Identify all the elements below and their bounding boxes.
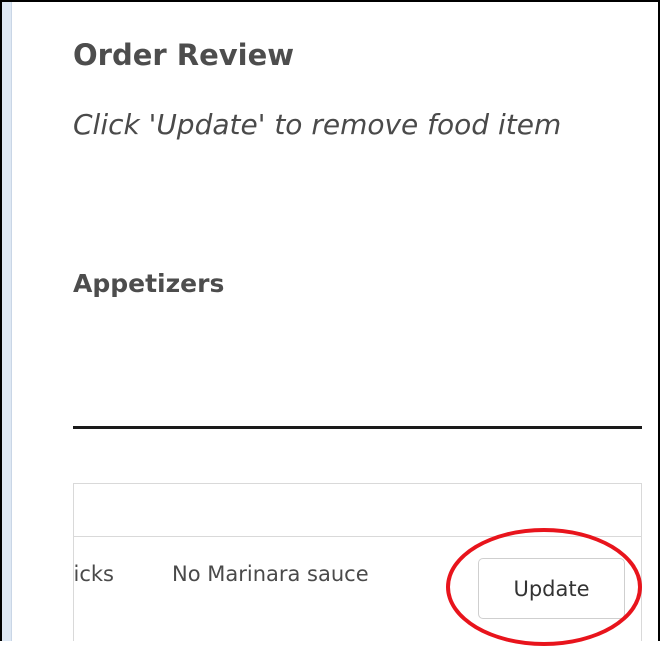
table-header-row: [74, 484, 641, 537]
instructions-text: Click 'Update' to remove food item: [73, 108, 562, 141]
section-divider: [73, 426, 642, 429]
item-name: Mozzarella Sticks: [74, 562, 114, 586]
order-review-panel: Order Review Click 'Update' to remove fo…: [0, 0, 660, 646]
order-table: Mozzarella Sticks No Marinara sauce Upda…: [73, 483, 642, 641]
table-row: Mozzarella Sticks No Marinara sauce Upda…: [74, 537, 641, 641]
page-title: Order Review: [73, 38, 295, 72]
update-button[interactable]: Update: [478, 558, 625, 619]
section-title-appetizers: Appetizers: [73, 269, 225, 298]
item-note: No Marinara sauce: [172, 562, 369, 586]
